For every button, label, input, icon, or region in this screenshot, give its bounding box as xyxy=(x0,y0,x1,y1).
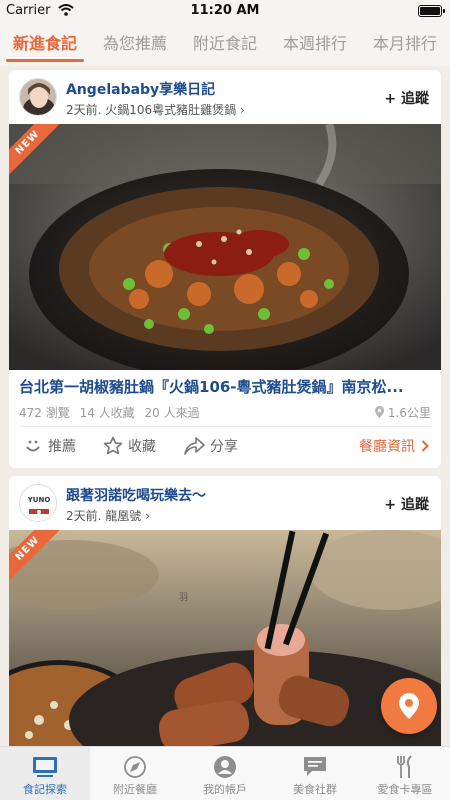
food-photo[interactable]: NEW xyxy=(9,124,441,370)
view-count: 472 瀏覽 xyxy=(19,406,70,420)
nav-label: 附近餐廳 xyxy=(113,783,157,796)
location-pin-icon xyxy=(375,406,385,418)
visit-count: 20 人來過 xyxy=(144,406,200,420)
avatar-logo-text: YUNO xyxy=(27,496,51,504)
author-name[interactable]: 跟著羽諾吃喝玩樂去～ xyxy=(66,485,206,505)
star-icon xyxy=(103,436,123,455)
post-meta[interactable]: 2天前. 火鍋106粵式豬肚雞煲鍋 › xyxy=(66,101,245,118)
restaurant-info-link[interactable]: 餐廳資訊 xyxy=(359,436,429,456)
save-button[interactable]: 收藏 xyxy=(103,436,156,456)
follow-button[interactable]: + 追蹤 xyxy=(384,88,429,108)
tab-recommended[interactable]: 為您推薦 xyxy=(90,22,180,66)
clock: 11:20 AM xyxy=(190,3,260,18)
post-header: YUNO 跟著羽諾吃喝玩樂去～ 2天前. 龍凰號 › + 追蹤 xyxy=(9,476,441,530)
share-button[interactable]: 分享 xyxy=(183,436,238,456)
location-fab[interactable] xyxy=(381,678,437,734)
author-name[interactable]: Angelababy享樂日記 xyxy=(66,79,215,99)
share-label: 分享 xyxy=(210,439,238,455)
restaurant-info-label: 餐廳資訊 xyxy=(359,439,415,455)
post-card[interactable]: YUNO 跟著羽諾吃喝玩樂去～ 2天前. 龍凰號 › + 追蹤 羽 NEW xyxy=(9,476,441,756)
nav-food-card[interactable]: 愛食卡專區 xyxy=(360,747,450,800)
tab-weekly-ranking[interactable]: 本週排行 xyxy=(270,22,360,66)
tab-monthly-ranking[interactable]: 本月排行 xyxy=(360,22,450,66)
battery-icon xyxy=(418,5,445,17)
save-label: 收藏 xyxy=(128,439,156,455)
post-card[interactable]: Angelababy享樂日記 2天前. 火鍋106粵式豬肚雞煲鍋 › + 追蹤 xyxy=(9,70,441,468)
bottom-nav: 食記探索 附近餐廳 我的帳戶 美食社群 愛食卡專區 xyxy=(0,746,450,800)
compass-icon xyxy=(124,756,146,778)
post-actions: 推薦 收藏 分享 餐廳資訊 xyxy=(9,432,441,462)
nav-label: 愛食卡專區 xyxy=(377,783,433,796)
monitor-icon xyxy=(33,757,57,777)
recommend-button[interactable]: 推薦 xyxy=(23,436,76,456)
nav-nearby-restaurants[interactable]: 附近餐廳 xyxy=(90,747,180,800)
food-photo[interactable]: 羽 NEW xyxy=(9,530,441,756)
save-count: 14 人收藏 xyxy=(79,406,135,420)
tab-new-posts[interactable]: 新進食記 xyxy=(0,22,90,66)
avatar[interactable] xyxy=(19,78,57,116)
svg-text:羽: 羽 xyxy=(179,592,188,603)
avatar[interactable]: YUNO xyxy=(19,484,57,522)
post-title[interactable]: 台北第一胡椒豬肚鍋『火鍋106-粵式豬肚煲鍋』南京松... xyxy=(19,376,431,397)
tab-nearby[interactable]: 附近食記 xyxy=(180,22,270,66)
fork-knife-icon xyxy=(397,755,412,778)
nav-label: 食記探索 xyxy=(23,783,67,796)
smile-icon xyxy=(26,440,40,452)
nav-my-account[interactable]: 我的帳戶 xyxy=(180,747,270,800)
nav-label: 美食社群 xyxy=(293,783,337,796)
location-pin-icon xyxy=(399,693,419,719)
chat-icon xyxy=(304,757,326,776)
distance: 1.6公里 xyxy=(375,404,431,421)
distance-value: 1.6公里 xyxy=(387,406,431,420)
chevron-right-icon xyxy=(421,440,429,452)
follow-button[interactable]: + 追蹤 xyxy=(384,494,429,514)
status-bar: Carrier 11:20 AM xyxy=(0,0,450,22)
nav-food-community[interactable]: 美食社群 xyxy=(270,747,360,800)
top-tabs: 新進食記 為您推薦 附近食記 本週排行 本月排行 xyxy=(0,22,450,66)
user-icon xyxy=(214,756,236,778)
divider xyxy=(19,426,431,427)
nav-food-explore[interactable]: 食記探索 xyxy=(0,747,90,800)
share-icon xyxy=(184,437,205,455)
recommend-label: 推薦 xyxy=(48,439,76,455)
nav-label: 我的帳戶 xyxy=(203,783,247,796)
post-meta[interactable]: 2天前. 龍凰號 › xyxy=(66,507,150,524)
post-stats: 472 瀏覽 14 人收藏 20 人來過 xyxy=(19,404,206,421)
post-header: Angelababy享樂日記 2天前. 火鍋106粵式豬肚雞煲鍋 › + 追蹤 xyxy=(9,70,441,124)
